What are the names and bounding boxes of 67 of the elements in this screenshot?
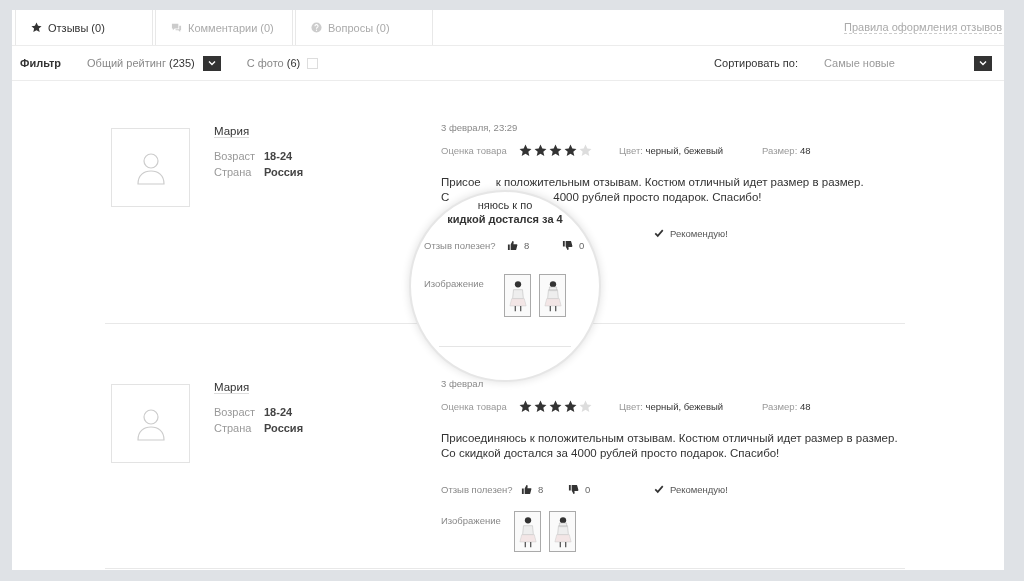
filled-star-icon (549, 399, 562, 413)
thumbs-down-icon (562, 239, 573, 251)
photo-thumbnail[interactable] (514, 511, 541, 552)
photo-filter-label: С фото (6) (246, 57, 301, 69)
review-date: 3 феврал (441, 378, 484, 389)
photo-thumbnail[interactable] (504, 274, 531, 317)
country-label: Страна (214, 166, 253, 178)
magnified-text: няюсь к по (476, 198, 534, 212)
review-date: 3 февраля, 23:29 (441, 122, 518, 133)
age-value: 18-24 (264, 150, 293, 162)
filter-label: Фильтр (20, 57, 62, 69)
photo-thumbnail[interactable] (539, 274, 566, 317)
chevron-icon (206, 58, 217, 68)
recommend-label: Рекомендую! (654, 483, 728, 495)
rating-label: Оценка товара (441, 400, 508, 412)
filled-star-icon (534, 399, 547, 413)
age-label: Возраст (214, 406, 257, 418)
country-value: Россия (264, 166, 304, 178)
tab[interactable]: Отзывы (0) (15, 10, 153, 45)
rating-filter-label: Общий рейтинг (235) (87, 57, 195, 69)
review-text: 4000 рублей просто подарок. Спасибо! (553, 190, 762, 205)
dislike-button[interactable]: 0 (562, 239, 585, 251)
filled-star-icon (519, 399, 532, 413)
review-text: к положительным отзывам. Костюм отличный идет размер в размер. (495, 175, 864, 190)
country-value: Россия (264, 422, 304, 434)
author-name[interactable]: Мария (214, 381, 250, 394)
star-icon (31, 22, 42, 33)
empty-star-icon (579, 399, 592, 413)
thumbs-up-icon (507, 239, 518, 251)
size-info: Размер: 48 (762, 400, 811, 412)
thumbs-up-icon (521, 483, 532, 495)
age-value: 18-24 (264, 406, 293, 418)
magnified-text: кидкой достался за 4 (446, 212, 564, 226)
review-text: С (441, 190, 450, 205)
filled-star-icon (534, 143, 547, 157)
like-button[interactable]: 8 (521, 483, 568, 495)
size-info: Размер: 48 (762, 144, 811, 156)
images-label: Изображение (424, 278, 485, 289)
filled-star-icon (519, 143, 532, 157)
checkbox[interactable] (307, 57, 319, 69)
helpful-label: Отзыв полезен? (424, 239, 497, 251)
rating-label: Оценка товара (441, 144, 508, 156)
empty-star-icon (579, 143, 592, 157)
dropdown-button[interactable] (974, 55, 992, 71)
review-text: Присоединяюсь к положительным отзывам. Костюм отличный идет размер в размер. (441, 431, 898, 446)
images-label: Изображение (441, 515, 502, 526)
color-info: Цвет: черный, бежевый (619, 400, 725, 412)
comment-icon (171, 22, 182, 33)
review-text: Присое (441, 175, 481, 190)
filled-star-icon (564, 399, 577, 413)
question-icon (311, 22, 322, 33)
dislike-button[interactable]: 0 (568, 483, 591, 495)
thumbs-down-icon (568, 483, 579, 495)
photo-thumbnail[interactable] (549, 511, 576, 552)
recommend-label: Рекомендую! (654, 227, 728, 239)
country-label: Страна (214, 422, 253, 434)
sort-label: Сортировать по: (714, 57, 798, 69)
review-text: Со скидкой достался за 4000 рублей просто подарок. Спасибо! (441, 446, 780, 461)
color-info: Цвет: черный, бежевый (619, 144, 725, 156)
author-name[interactable]: Мария (214, 125, 250, 138)
chevron-icon (978, 58, 988, 68)
like-button[interactable]: 8 (507, 239, 562, 251)
filled-star-icon (549, 143, 562, 157)
helpful-label: Отзыв полезен? (441, 483, 514, 495)
dropdown-button[interactable] (202, 55, 221, 71)
filled-star-icon (564, 143, 577, 157)
age-label: Возраст (214, 150, 257, 162)
